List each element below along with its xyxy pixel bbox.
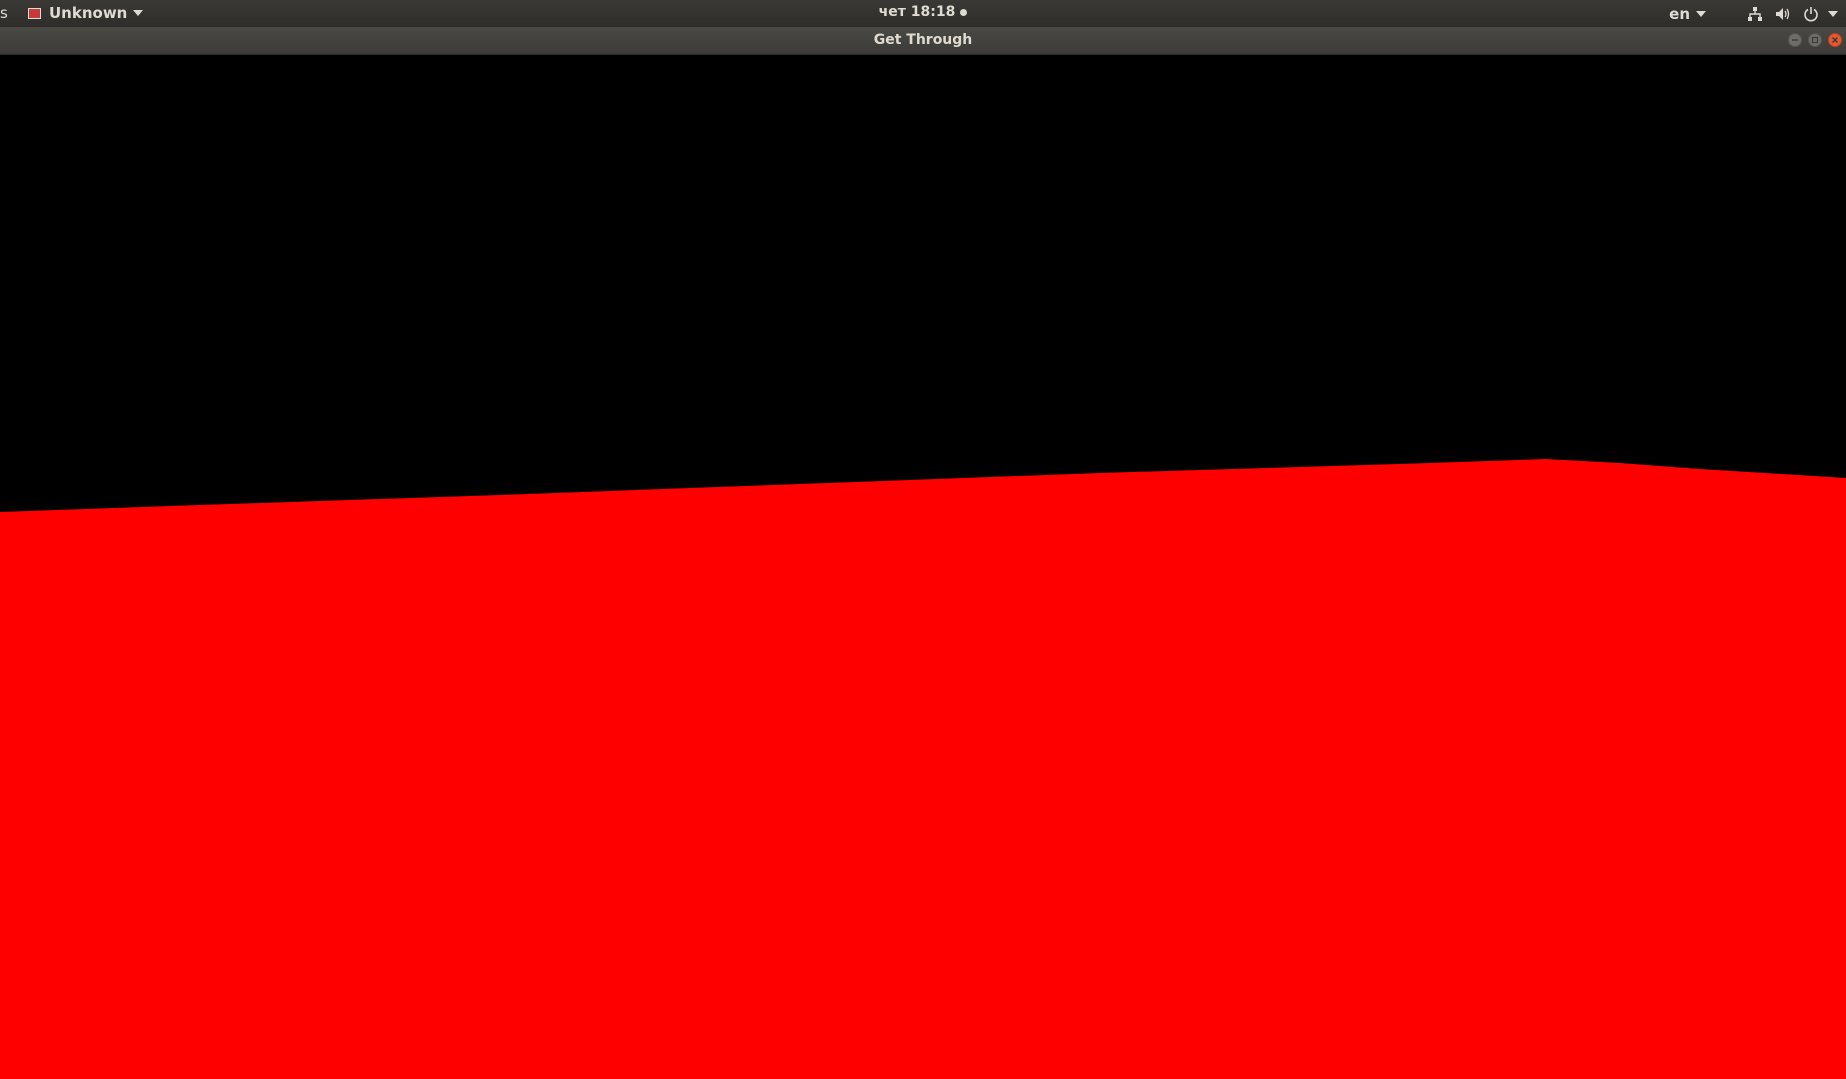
chevron-down-icon (1696, 10, 1706, 17)
clock-container: чет 18:18 (0, 4, 1846, 20)
window-title: Get Through (873, 32, 973, 48)
clock-button[interactable]: чет 18:18 (879, 4, 968, 20)
window-controls (1782, 33, 1842, 47)
network-icon[interactable] (1746, 5, 1764, 23)
maximize-icon[interactable] (1808, 33, 1822, 47)
window-titlebar[interactable]: Get Through (0, 27, 1846, 55)
red-terrain (0, 459, 1846, 1079)
notification-dot-icon (960, 8, 968, 16)
power-icon[interactable] (1802, 5, 1820, 23)
chevron-down-icon[interactable] (1828, 10, 1838, 17)
system-tray: en (1669, 4, 1838, 23)
game-scene (0, 55, 1846, 1079)
volume-icon[interactable] (1774, 5, 1792, 23)
language-selector[interactable]: en (1669, 5, 1706, 23)
game-canvas[interactable] (0, 55, 1846, 1079)
close-icon[interactable] (1828, 33, 1842, 47)
minimize-icon[interactable] (1788, 33, 1802, 47)
language-label: en (1669, 4, 1690, 23)
clock-label: чет 18:18 (878, 4, 956, 20)
top-panel: s Unknown чет 18:18 en (0, 0, 1846, 27)
